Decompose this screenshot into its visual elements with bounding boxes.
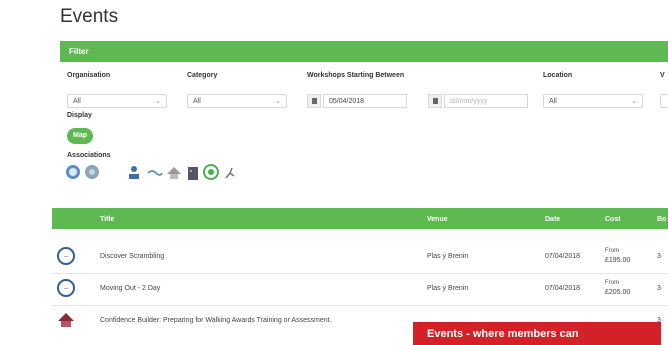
wave-icon[interactable] (147, 164, 163, 180)
calendar-icon[interactable] (307, 94, 321, 108)
ntc-logo-icon: ~ (57, 279, 75, 297)
cost-from-label: From (605, 280, 619, 286)
display-label: Display (67, 112, 92, 119)
filter-header[interactable]: Filter (60, 41, 668, 62)
column-title[interactable]: Title (100, 216, 114, 223)
organisation-value: All (73, 98, 81, 105)
location-value: All (549, 98, 557, 105)
event-title[interactable]: Discover Scrambling (100, 253, 164, 260)
event-date: 07/04/2018 (545, 253, 581, 260)
column-cost[interactable]: Cost (605, 216, 621, 223)
grey-badge-icon[interactable] (84, 164, 100, 180)
calendar-icon[interactable] (428, 94, 442, 108)
column-extra[interactable]: Bo (657, 216, 666, 223)
event-cost: £205.00 (605, 289, 631, 296)
building-icon[interactable] (185, 164, 201, 182)
event-extra: 3 (657, 285, 661, 292)
house-logo-icon (58, 313, 74, 327)
event-extra: 3 (657, 253, 661, 260)
organisation-label: Organisation (67, 72, 111, 79)
table-row[interactable]: ~ Moving Out - 2 Day Plas y Brenin 07/04… (52, 273, 668, 306)
category-label: Category (187, 72, 218, 79)
event-title[interactable]: Confidence Builder: Preparing for Walkin… (100, 317, 332, 324)
svg-text:~: ~ (64, 254, 68, 261)
location-select[interactable]: All ⌄ (543, 94, 643, 108)
associations-label: Associations (67, 152, 111, 159)
ntc-logo-icon: ~ (57, 247, 75, 265)
green-circle-icon[interactable] (203, 164, 219, 180)
date-to-group: dd/mm/yyyy (428, 94, 528, 108)
filter-panel: Organisation All ⌄ Category All ⌄ Worksh… (60, 62, 668, 194)
chevron-down-icon: ⌄ (631, 98, 637, 105)
event-venue: Plas y Brenin (427, 253, 469, 260)
chevron-down-icon: ⌄ (155, 98, 161, 105)
runner-logo-icon[interactable] (222, 164, 240, 182)
table-row[interactable]: ~ Discover Scrambling Plas y Brenin 07/0… (52, 241, 668, 274)
column-venue[interactable]: Venue (427, 216, 448, 223)
date-from-group: 05/04/2018 (307, 94, 407, 108)
workshops-label: Workshops Starting Between (307, 72, 405, 79)
event-cost: £195.00 (605, 257, 631, 264)
event-title[interactable]: Moving Out - 2 Day (100, 285, 160, 292)
extra-filter-label: V (660, 72, 665, 79)
ntc-badge-icon[interactable] (65, 164, 81, 180)
location-label: Location (543, 72, 573, 79)
column-date[interactable]: Date (545, 216, 560, 223)
category-select[interactable]: All ⌄ (187, 94, 287, 108)
map-button[interactable]: Map (67, 128, 93, 144)
house-logo-icon[interactable] (165, 164, 183, 182)
date-from-input[interactable]: 05/04/2018 (323, 94, 407, 108)
event-venue: Plas y Brenin (427, 285, 469, 292)
date-to-input[interactable]: dd/mm/yyyy (444, 94, 528, 108)
person-logo-icon[interactable] (125, 164, 143, 182)
extra-filter-select[interactable] (660, 94, 668, 108)
svg-text:~: ~ (64, 286, 68, 293)
page-title: Events (60, 6, 119, 27)
cost-from-label: From (605, 248, 619, 254)
category-value: All (193, 98, 201, 105)
promo-banner: Events - where members can (413, 322, 661, 345)
events-table-header: Title Venue Date Cost Bo (52, 208, 668, 229)
chevron-down-icon: ⌄ (275, 98, 281, 105)
event-date: 07/04/2018 (545, 285, 581, 292)
organisation-select[interactable]: All ⌄ (67, 94, 167, 108)
